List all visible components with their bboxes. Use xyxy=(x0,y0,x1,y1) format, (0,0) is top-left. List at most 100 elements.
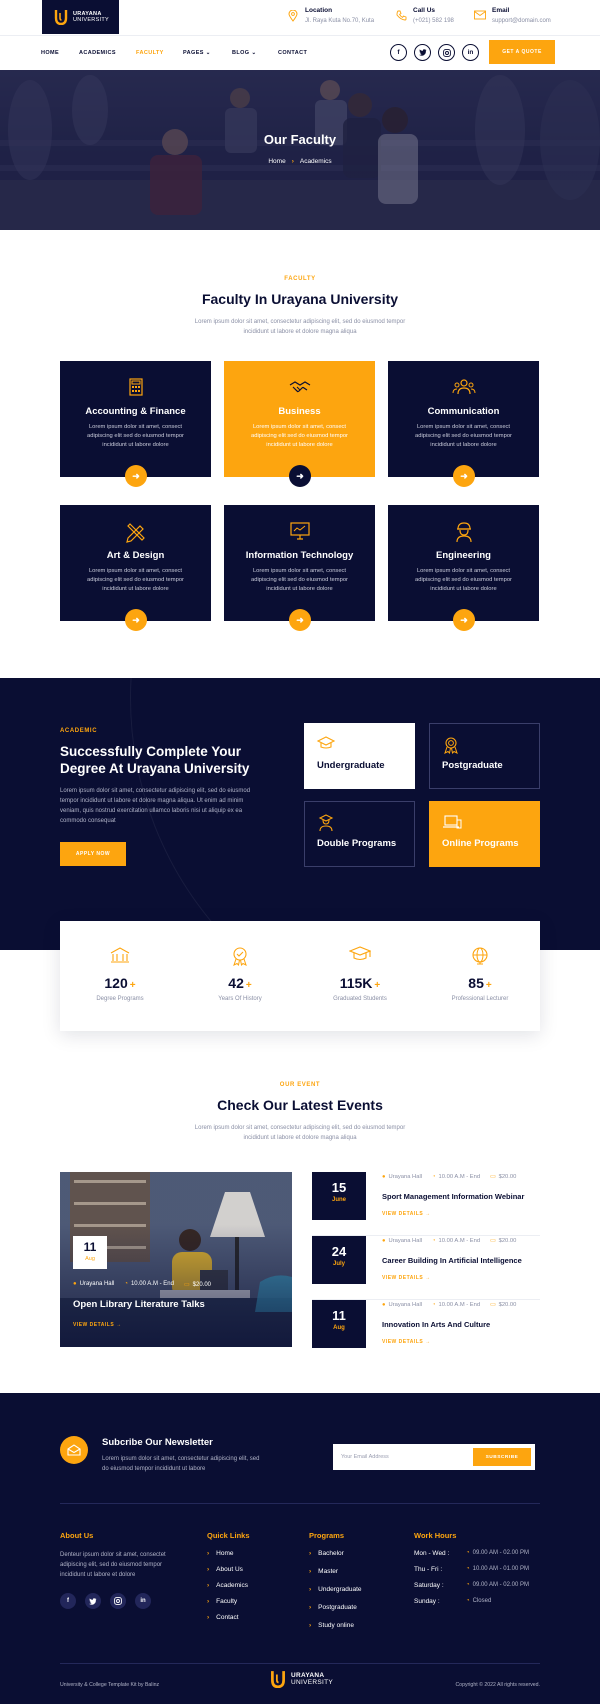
newsletter-email-input[interactable]: Your Email Address xyxy=(341,1444,389,1470)
footer-link-academics[interactable]: › Academics xyxy=(207,1582,248,1589)
event-view-details[interactable]: VIEW DETAILS → xyxy=(382,1211,431,1217)
clock-icon: ◔ xyxy=(432,1302,436,1308)
event-location-text: Urayana Hall xyxy=(388,1174,423,1180)
faculty-title: Faculty In Urayana University xyxy=(201,291,399,307)
instagram-icon[interactable] xyxy=(438,44,455,61)
ticket-icon: ▭ xyxy=(183,1282,190,1288)
linkedin-icon[interactable]: in xyxy=(462,44,479,61)
faculty-card-title: Business xyxy=(278,406,321,417)
featured-event-card[interactable]: 11 Aug ● Urayana Hall ◔ 10.00 A.M - End ▭ $… xyxy=(60,1172,292,1347)
event-title[interactable]: Sport Management Information Webinar xyxy=(382,1192,524,1201)
faculty-eyebrow: FACULTY xyxy=(284,276,316,282)
phone-icon xyxy=(395,10,407,22)
mail-icon xyxy=(474,10,486,22)
ticket-icon: ▭ xyxy=(490,1238,496,1244)
handshake-icon xyxy=(224,377,375,402)
monitor-icon xyxy=(224,521,375,546)
hero-overlay xyxy=(0,70,600,230)
program-card-title: Online Programs xyxy=(442,838,519,849)
nav-blog[interactable]: BLOG ⌄ xyxy=(232,50,256,56)
footer-program-bachelor[interactable]: › Bachelor xyxy=(309,1550,344,1557)
building-icon xyxy=(60,946,180,969)
event-item[interactable]: 15 June ● Urayana Hall ◔ 10.00 A.M - End ▭… xyxy=(312,1172,540,1236)
faculty-card-art-design[interactable]: Art & Design Lorem ipsum dolor sit amet,… xyxy=(60,505,211,631)
faculty-card-engineering[interactable]: Engineering Lorem ipsum dolor sit amet, … xyxy=(388,505,539,631)
event-location-text: Urayana Hall xyxy=(388,1302,423,1308)
arrow-right-icon: → xyxy=(425,1211,431,1217)
event-price-text: $20.00 xyxy=(498,1238,517,1244)
footer-link-faculty[interactable]: › Faculty xyxy=(207,1598,237,1605)
arrow-right-icon: → xyxy=(116,1322,122,1328)
footer-link-about[interactable]: › About Us xyxy=(207,1566,243,1573)
hours-time: ◔ Closed xyxy=(466,1598,491,1604)
footer-program-master[interactable]: › Master xyxy=(309,1568,338,1575)
program-card-postgraduate[interactable]: Postgraduate xyxy=(429,723,540,789)
facebook-icon[interactable]: f xyxy=(60,1593,76,1609)
logo[interactable]: URAYANA UNIVERSITY xyxy=(42,0,119,34)
instagram-icon[interactable] xyxy=(110,1593,126,1609)
footer-program-postgraduate[interactable]: › Postgraduate xyxy=(309,1604,357,1611)
twitter-icon[interactable] xyxy=(414,44,431,61)
arrow-right-icon[interactable]: ➜ xyxy=(289,609,311,631)
footer-link-contact[interactable]: › Contact xyxy=(207,1614,239,1621)
nav-pages-label: PAGES xyxy=(183,50,204,56)
breadcrumb-home[interactable]: Home xyxy=(268,158,285,165)
footer-program-online[interactable]: › Study online xyxy=(309,1622,354,1629)
program-card-undergraduate[interactable]: Undergraduate xyxy=(304,723,415,789)
faculty-card-it[interactable]: Information Technology Lorem ipsum dolor… xyxy=(224,505,375,631)
contact-email[interactable]: Email support@domain.com xyxy=(474,7,551,24)
nav-faculty[interactable]: FACULTY xyxy=(136,50,164,56)
footer-link-home[interactable]: › Home xyxy=(207,1550,234,1557)
faculty-card-communication[interactable]: Communication Lorem ipsum dolor sit amet… xyxy=(388,361,539,487)
program-card-online[interactable]: Online Programs xyxy=(429,801,540,867)
subscribe-button[interactable]: SUBSCRIBE xyxy=(473,1448,531,1466)
arrow-right-icon[interactable]: ➜ xyxy=(453,609,475,631)
logo-mark-icon xyxy=(54,9,68,25)
program-card-title: Double Programs xyxy=(317,838,397,849)
hours-time: ◔ 10.00 AM - 01.00 PM xyxy=(466,1566,529,1572)
get-a-quote-button[interactable]: GET A QUOTE xyxy=(489,40,555,64)
globe-icon xyxy=(420,946,540,971)
nav-academics[interactable]: ACADEMICS xyxy=(79,50,116,56)
faculty-card-desc: Lorem ipsum dolor sit amet, consect adip… xyxy=(415,424,512,448)
nav-home[interactable]: HOME xyxy=(41,50,59,56)
contact-phone[interactable]: Call Us (+021) 582 198 xyxy=(395,7,454,24)
mortarboard-icon xyxy=(300,946,420,967)
apply-now-button[interactable]: APPLY NOW xyxy=(60,842,126,866)
arrow-right-icon[interactable]: ➜ xyxy=(289,465,311,487)
faculty-card-business[interactable]: Business Lorem ipsum dolor sit amet, con… xyxy=(224,361,375,487)
arrow-right-icon[interactable]: ➜ xyxy=(125,465,147,487)
footer-program-undergraduate[interactable]: › Undergraduate xyxy=(309,1586,362,1593)
twitter-icon[interactable] xyxy=(85,1593,101,1609)
calculator-icon xyxy=(60,377,211,402)
facebook-icon[interactable]: f xyxy=(390,44,407,61)
program-card-title: Postgraduate xyxy=(442,760,503,771)
arrow-right-icon[interactable]: ➜ xyxy=(125,609,147,631)
hours-day: Mon - Wed : xyxy=(414,1550,450,1557)
faculty-card-desc: Lorem ipsum dolor sit amet, consect adip… xyxy=(87,424,184,448)
breadcrumb-current: Academics xyxy=(299,158,332,165)
event-month: Aug xyxy=(85,1256,95,1262)
arrow-right-icon[interactable]: ➜ xyxy=(453,465,475,487)
award-icon xyxy=(180,946,300,971)
event-view-details[interactable]: VIEW DETAILS → xyxy=(382,1275,431,1281)
location-value: Jl. Raya Kuta No.70, Kuta xyxy=(305,18,375,24)
featured-event-title[interactable]: Open Library Literature Talks xyxy=(73,1299,205,1310)
clock-icon: ◔ xyxy=(124,1281,128,1287)
footer-logo[interactable]: URAYANA UNIVERSITY xyxy=(270,1670,333,1688)
stat-value: 42 xyxy=(228,975,244,991)
chevron-down-icon: ⌄ xyxy=(205,50,211,56)
event-view-details[interactable]: VIEW DETAILS → xyxy=(382,1339,431,1345)
nav-contact[interactable]: CONTACT xyxy=(278,50,307,56)
breadcrumb: Home › Academics xyxy=(0,158,600,165)
faculty-card-accounting[interactable]: Accounting & Finance Lorem ipsum dolor s… xyxy=(60,361,211,487)
event-title[interactable]: Innovation In Arts And Culture xyxy=(382,1320,490,1329)
linkedin-icon[interactable]: in xyxy=(135,1593,151,1609)
nav-pages[interactable]: PAGES ⌄ xyxy=(183,50,211,56)
email-label: Email xyxy=(492,7,510,14)
event-title[interactable]: Career Building In Artificial Intelligen… xyxy=(382,1256,522,1265)
event-item[interactable]: 24 July ● Urayana Hall ◔ 10.00 A.M - End ▭… xyxy=(312,1236,540,1300)
event-item[interactable]: 11 Aug ● Urayana Hall ◔ 10.00 A.M - End ▭ $… xyxy=(312,1300,540,1364)
program-card-double[interactable]: Double Programs xyxy=(304,801,415,867)
featured-event-view-details[interactable]: VIEW DETAILS → xyxy=(73,1322,122,1328)
